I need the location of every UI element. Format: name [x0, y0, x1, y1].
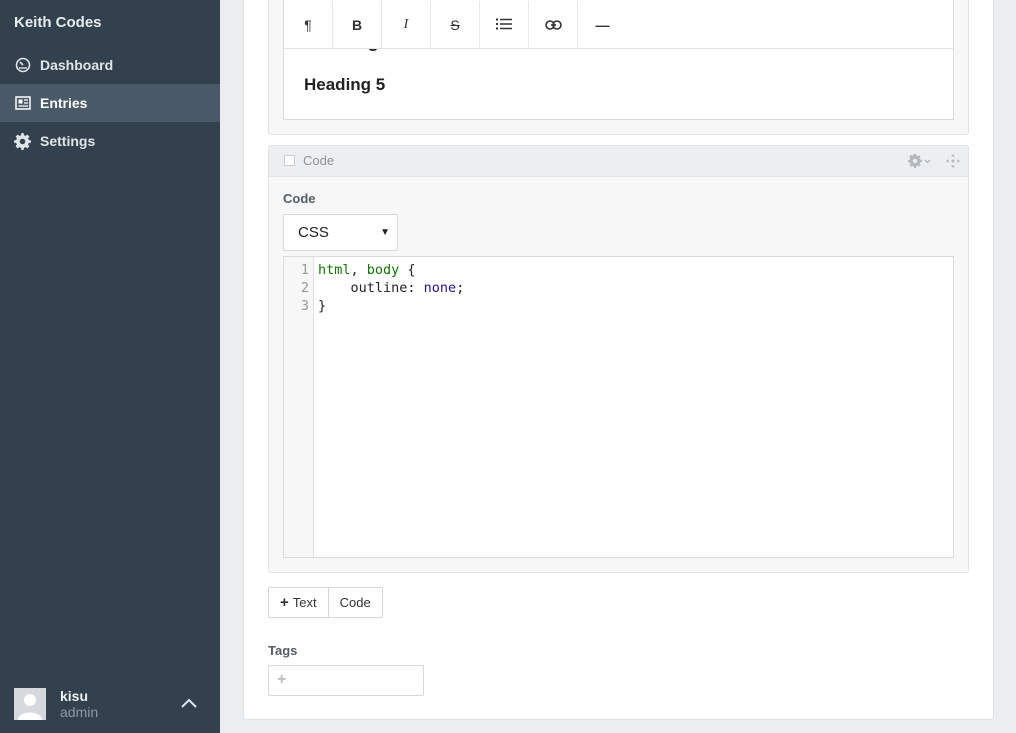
- line-number: 3: [300, 298, 309, 314]
- entries-icon: [14, 95, 31, 112]
- block-header: Code: [269, 146, 968, 177]
- language-select[interactable]: CSS ▼: [283, 214, 398, 251]
- plus-icon: +: [277, 671, 287, 688]
- avatar: [14, 687, 46, 720]
- tags-label: Tags: [268, 643, 298, 658]
- line-number: 1: [300, 262, 309, 278]
- drag-handle-icon[interactable]: [946, 154, 960, 168]
- sidebar-item-settings[interactable]: Settings: [0, 122, 220, 160]
- paragraph-icon: ¶: [304, 16, 312, 33]
- chevron-up-icon[interactable]: [180, 696, 198, 710]
- editor-toolbar: ¶ B I S —: [284, 0, 953, 49]
- block-title: Code: [303, 153, 335, 168]
- heading-5-text: Heading 5: [304, 75, 386, 94]
- add-code-label: Code: [339, 595, 371, 610]
- sidebar-item-dashboard[interactable]: Dashboard: [0, 46, 220, 84]
- code-editor[interactable]: 1 2 3 html, body { outline: none; }: [283, 256, 954, 558]
- list-button[interactable]: [480, 1, 529, 48]
- code-field-label: Code: [283, 191, 316, 206]
- bold-icon: B: [351, 16, 363, 33]
- strikethrough-button[interactable]: S: [431, 1, 480, 48]
- line-number-gutter: 1 2 3: [284, 257, 314, 557]
- sidebar-item-entries[interactable]: Entries: [0, 84, 220, 122]
- code-block: Code Code CSS ▼ 1 2 3 html, body { outli…: [268, 145, 969, 573]
- add-block-buttons: + Text Code: [268, 587, 383, 618]
- strikethrough-icon: S: [450, 16, 460, 33]
- gear-icon: [14, 132, 31, 150]
- language-select-value: CSS: [298, 224, 329, 241]
- tags-input[interactable]: +: [268, 665, 424, 696]
- link-icon: [544, 17, 562, 33]
- rich-text-editor[interactable]: Heading 4 Heading 5 ¶ B I S —: [283, 0, 954, 120]
- block-select-checkbox[interactable]: [284, 155, 295, 166]
- dashboard-icon: [14, 57, 31, 74]
- sidebar-item-label: Entries: [40, 95, 88, 111]
- sidebar-nav: Dashboard Entries Settings: [0, 46, 220, 160]
- gear-icon[interactable]: [908, 154, 932, 168]
- add-text-label: Text: [292, 595, 317, 610]
- add-text-block-button[interactable]: + Text: [268, 587, 329, 618]
- user-name: kisu: [60, 687, 89, 704]
- user-role: admin: [60, 703, 99, 720]
- paragraph-button[interactable]: ¶: [284, 1, 333, 48]
- link-button[interactable]: [529, 1, 578, 48]
- bold-button[interactable]: B: [333, 1, 382, 48]
- horizontal-rule-button[interactable]: —: [578, 1, 627, 48]
- sidebar: Keith Codes Dashboard Entries Settings k…: [0, 0, 220, 733]
- list-icon: [496, 17, 512, 33]
- site-name[interactable]: Keith Codes: [14, 14, 102, 31]
- caret-down-icon: ▼: [380, 227, 390, 238]
- horizontal-rule-icon: —: [595, 16, 610, 33]
- plus-icon: +: [280, 594, 289, 611]
- italic-icon: I: [403, 16, 409, 32]
- sidebar-item-label: Settings: [40, 133, 96, 149]
- sidebar-item-label: Dashboard: [40, 57, 114, 73]
- add-code-block-button[interactable]: Code: [328, 587, 383, 618]
- code-content[interactable]: html, body { outline: none; }: [318, 261, 464, 315]
- user-profile[interactable]: kisu admin: [14, 687, 206, 720]
- italic-button[interactable]: I: [382, 1, 431, 48]
- line-number: 2: [300, 280, 309, 296]
